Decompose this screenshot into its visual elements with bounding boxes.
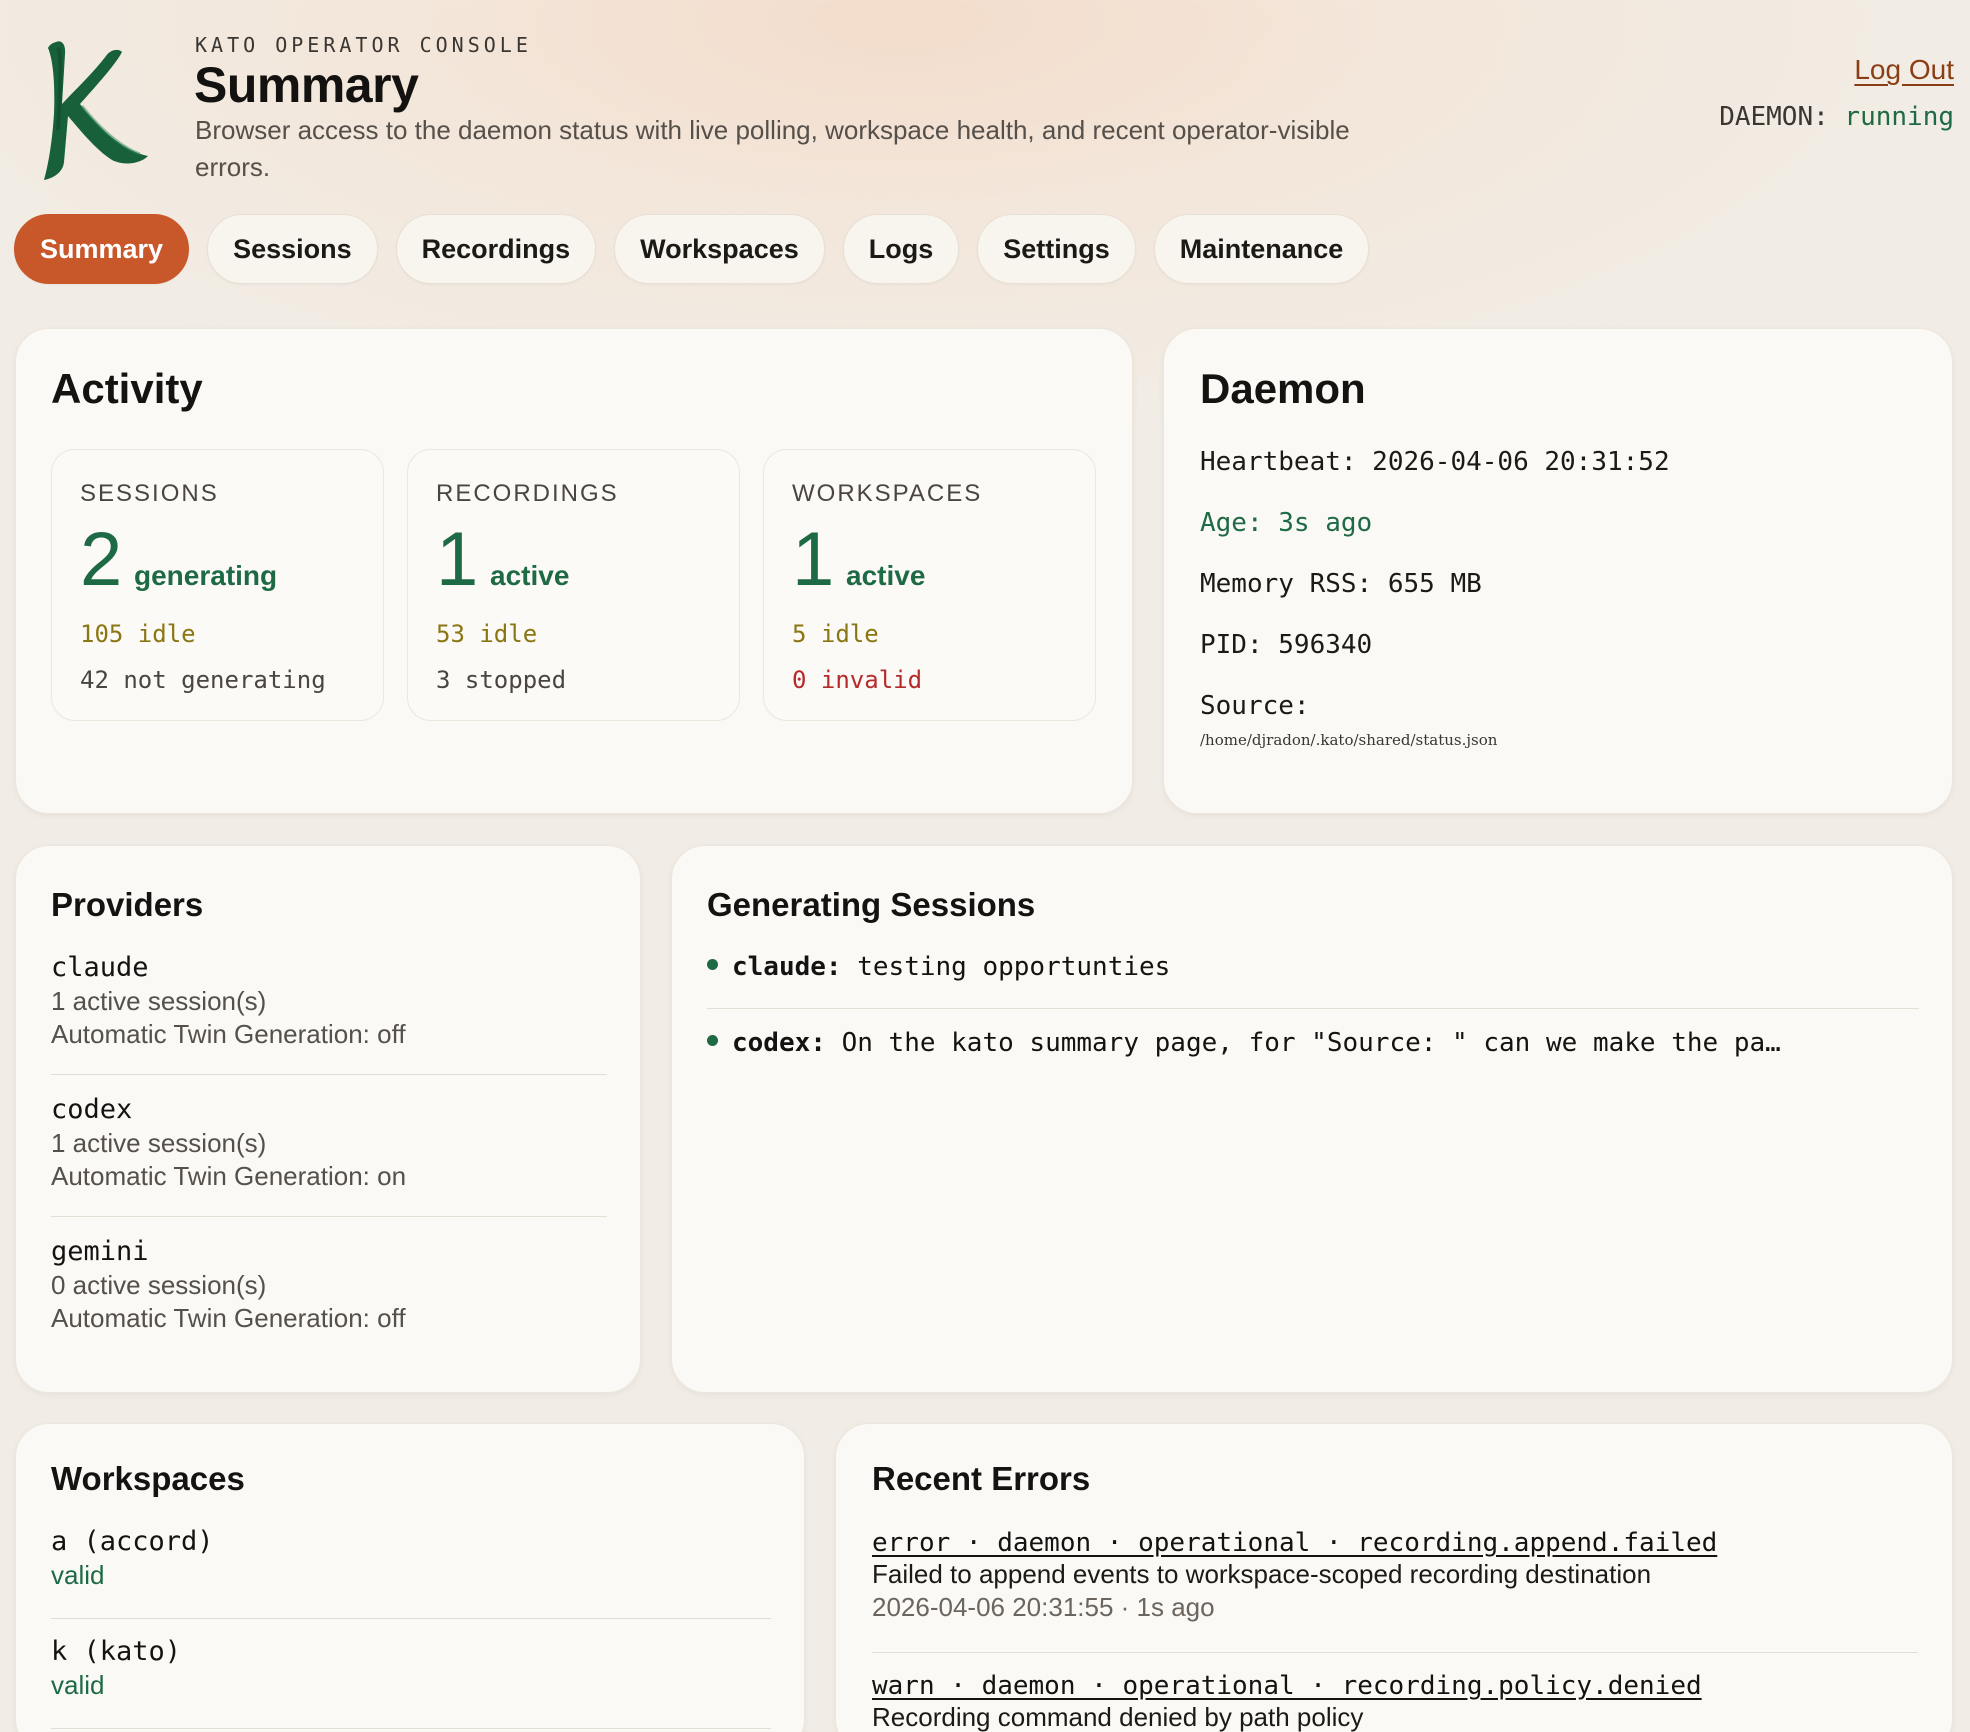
stat-value-suffix: generating <box>134 560 278 591</box>
recent-errors-card: Recent Errors error · daemon · operation… <box>835 1423 1953 1732</box>
tab-settings[interactable]: Settings <box>977 214 1136 284</box>
bullet-icon <box>707 959 718 970</box>
provider-item: codex 1 active session(s) Automatic Twin… <box>51 1094 607 1193</box>
daemon-heartbeat: Heartbeat: 2026-04-06 20:31:52 <box>1200 447 1670 477</box>
session-text: On the kato summary page, for "Source: "… <box>841 1028 1781 1058</box>
activity-card: Activity SESSIONS 2 generating 105 idle … <box>15 328 1133 814</box>
error-entry-link[interactable]: warn · daemon · operational · recording.… <box>872 1671 1702 1701</box>
daemon-age: Age: 3s ago <box>1200 508 1373 538</box>
bullet-icon <box>707 1035 718 1046</box>
stat-line-secondary: 42 not generating <box>80 666 326 694</box>
workspace-status: valid <box>51 1560 105 1590</box>
daemon-memory: Memory RSS: 655 MB <box>1200 569 1482 599</box>
provider-divider <box>51 1216 607 1217</box>
provider-item: claude 1 active session(s) Automatic Twi… <box>51 952 607 1051</box>
tab-sessions[interactable]: Sessions <box>207 214 378 284</box>
stat-label: RECORDINGS <box>436 480 619 507</box>
stat-line-idle: 53 idle <box>436 620 538 648</box>
workspace-divider <box>51 1728 771 1729</box>
provider-name: gemini <box>51 1236 149 1267</box>
provider-name: claude <box>51 952 149 983</box>
stat-line-idle: 105 idle <box>80 620 196 648</box>
generating-sessions-title: Generating Sessions <box>707 886 1036 923</box>
session-provider: codex: <box>732 1028 826 1058</box>
provider-sessions: 1 active session(s) <box>51 1128 267 1158</box>
daemon-pid: PID: 596340 <box>1200 630 1373 660</box>
generating-session-item[interactable]: claude: testing opportunties <box>707 952 1170 982</box>
workspaces-card: Workspaces a (accord) valid k (kato) val… <box>15 1423 805 1732</box>
session-text: testing opportunties <box>857 952 1171 982</box>
tab-workspaces[interactable]: Workspaces <box>614 214 825 284</box>
tab-summary[interactable]: Summary <box>14 214 190 284</box>
daemon-status-label: DAEMON: <box>1719 102 1829 132</box>
logout-link[interactable]: Log Out <box>1854 54 1954 86</box>
provider-twin-status: Automatic Twin Generation: off <box>51 1019 406 1049</box>
recordings-stat: RECORDINGS 1 active 53 idle 3 stopped <box>407 449 740 721</box>
error-divider <box>872 1652 1918 1653</box>
provider-twin-status: Automatic Twin Generation: off <box>51 1303 406 1333</box>
sessions-stat: SESSIONS 2 generating 105 idle 42 not ge… <box>51 449 384 721</box>
provider-twin-status: Automatic Twin Generation: on <box>51 1161 407 1191</box>
generating-session-item[interactable]: codex: On the kato summary page, for "So… <box>707 1028 1781 1058</box>
generating-sessions-card: Generating Sessions claude: testing oppo… <box>671 845 1953 1393</box>
kato-logo-icon <box>44 41 148 181</box>
workspace-divider <box>51 1618 771 1619</box>
error-message: Failed to append events to workspace-sco… <box>872 1559 1652 1589</box>
main-tabs: Summary Sessions Recordings Workspaces L… <box>14 214 1370 284</box>
provider-item: gemini 0 active session(s) Automatic Twi… <box>51 1236 607 1335</box>
providers-card: Providers claude 1 active session(s) Aut… <box>15 845 641 1393</box>
tab-logs[interactable]: Logs <box>842 214 960 284</box>
provider-sessions: 0 active session(s) <box>51 1270 267 1300</box>
stat-label: SESSIONS <box>80 480 219 507</box>
workspace-name: k (kato) <box>51 1636 182 1667</box>
provider-name: codex <box>51 1094 133 1125</box>
daemon-status: DAEMON: running <box>1719 102 1954 132</box>
error-message: Recording command denied by path policy <box>872 1702 1364 1732</box>
workspace-item: k (kato) valid <box>51 1636 181 1702</box>
error-timestamp: 2026-04-06 20:31:55 · 1s ago <box>872 1592 1215 1622</box>
page-subtitle: Browser access to the daemon status with… <box>195 115 1350 182</box>
stat-line-idle: 5 idle <box>792 620 879 648</box>
console-eyebrow: KATO OPERATOR CONSOLE <box>195 33 532 57</box>
recent-errors-title: Recent Errors <box>872 1460 1091 1497</box>
stat-value: 1 <box>792 517 835 602</box>
tab-maintenance[interactable]: Maintenance <box>1153 214 1370 284</box>
workspaces-stat: WORKSPACES 1 active 5 idle 0 invalid <box>763 449 1096 721</box>
providers-title: Providers <box>51 886 204 923</box>
activity-title: Activity <box>51 365 203 412</box>
provider-sessions: 1 active session(s) <box>51 986 267 1016</box>
stat-line-secondary: 3 stopped <box>436 666 567 694</box>
stat-value: 2 <box>80 517 123 602</box>
workspace-item: a (accord) valid <box>51 1526 214 1592</box>
error-entry-link[interactable]: error · daemon · operational · recording… <box>872 1528 1717 1558</box>
tab-recordings[interactable]: Recordings <box>395 214 597 284</box>
stat-value-suffix: active <box>490 560 570 591</box>
error-entry: error · daemon · operational · recording… <box>872 1528 1717 1624</box>
workspace-status: valid <box>51 1670 105 1700</box>
error-entry: warn · daemon · operational · recording.… <box>872 1671 1702 1732</box>
page-title: Summary <box>194 57 419 113</box>
session-provider: claude: <box>732 952 842 982</box>
provider-divider <box>51 1074 607 1075</box>
workspaces-title: Workspaces <box>51 1460 245 1497</box>
session-divider <box>707 1008 1919 1009</box>
stat-value-suffix: active <box>846 560 926 591</box>
stat-value: 1 <box>436 517 479 602</box>
daemon-status-value: running <box>1844 102 1954 132</box>
daemon-card: Daemon Heartbeat: 2026-04-06 20:31:52 Ag… <box>1163 328 1953 814</box>
stat-label: WORKSPACES <box>792 480 983 507</box>
daemon-source-label: Source: <box>1200 691 1310 721</box>
daemon-source-path: /home/djradon/.kato/shared/status.json <box>1200 731 1498 749</box>
workspace-name: a (accord) <box>51 1526 214 1557</box>
stat-line-invalid: 0 invalid <box>792 666 923 694</box>
page-header: KATO OPERATOR CONSOLE Summary Browser ac… <box>0 0 1970 200</box>
daemon-title: Daemon <box>1200 365 1366 412</box>
